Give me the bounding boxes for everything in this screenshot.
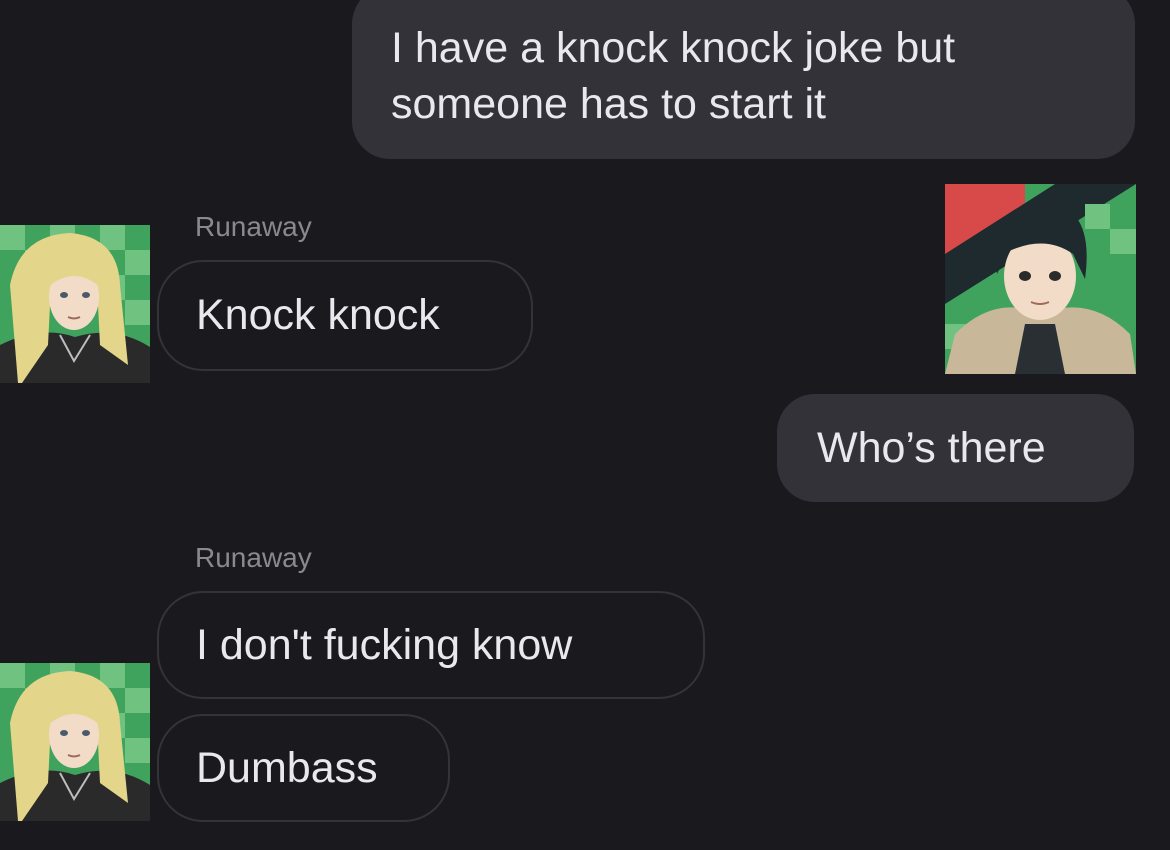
dark-haired-anime-character-avatar-icon [945, 184, 1136, 374]
avatar[interactable] [0, 663, 150, 821]
chat-screen: { "conversation": { "messages": [ { "dir… [0, 0, 1170, 850]
message-text: I don't fucking know [196, 621, 573, 669]
outgoing-message-bubble[interactable]: I have a knock knock joke but someone ha… [352, 0, 1135, 159]
blonde-anime-character-avatar-icon [0, 225, 150, 383]
avatar[interactable] [0, 225, 150, 383]
avatar[interactable] [945, 184, 1136, 374]
incoming-message-bubble[interactable]: I don't fucking know [157, 591, 705, 699]
sender-name: Runaway [195, 542, 312, 573]
blonde-anime-character-avatar-icon [0, 663, 150, 821]
message-text-line: someone has to start it [391, 80, 826, 128]
outgoing-message-bubble[interactable]: Who’s there [777, 394, 1134, 502]
message-text-line: I have a knock knock joke but [391, 24, 956, 72]
message-text: Who’s there [817, 424, 1046, 472]
sender-name: Runaway [195, 211, 312, 242]
incoming-message-bubble[interactable]: Dumbass [157, 714, 450, 822]
incoming-message-bubble[interactable]: Knock knock [157, 260, 533, 371]
message-text: Dumbass [196, 744, 378, 792]
message-text: Knock knock [196, 291, 440, 339]
